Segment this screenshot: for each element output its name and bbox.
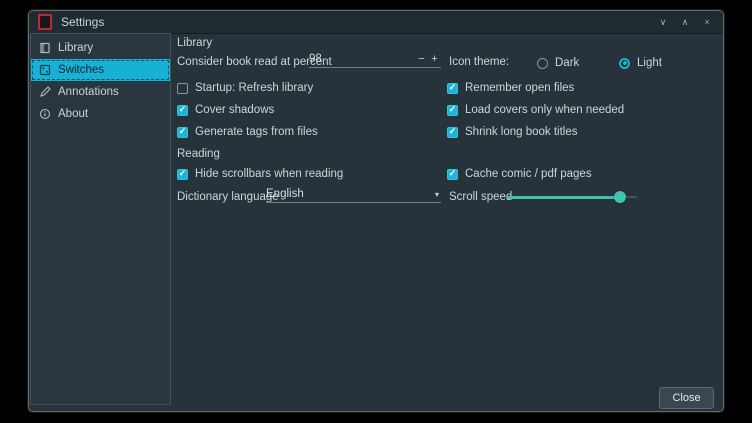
sidebar-item-label: Switches [58, 64, 104, 76]
minimize-icon[interactable]: ∨ [655, 14, 671, 30]
checkbox-label: Shrink long book titles [465, 126, 578, 138]
app-logo-icon [38, 14, 52, 30]
icon-theme-label: Icon theme: [449, 56, 509, 68]
window-controls: ∨ ∧ × [655, 14, 715, 30]
radio-icon-theme-light[interactable]: Light [619, 56, 662, 70]
sidebar-item-library[interactable]: Library [31, 37, 170, 59]
settings-sidebar: Library Switches Annotations About [30, 33, 171, 405]
checkbox-box: ✓ [447, 105, 458, 116]
checkbox-box: ✓ [177, 105, 188, 116]
sidebar-item-switches[interactable]: Switches [31, 59, 170, 81]
slider-fill [507, 196, 620, 199]
checkbox-label: Load covers only when needed [465, 104, 624, 116]
checkbox-label: Cache comic / pdf pages [465, 168, 592, 180]
maximize-icon[interactable]: ∧ [677, 14, 693, 30]
close-icon[interactable]: × [699, 14, 715, 30]
radio-label: Dark [555, 57, 579, 69]
titlebar: Settings ∨ ∧ × [29, 11, 723, 34]
library-section-title: Library [177, 37, 212, 49]
checkbox-label: Startup: Refresh library [195, 82, 313, 94]
check-icon: ✓ [179, 105, 187, 114]
dictionary-language-value: English [266, 188, 435, 202]
checkbox-box: ✓ [447, 127, 458, 138]
pencil-icon [39, 86, 51, 98]
chevron-down-icon: ▾ [435, 190, 441, 202]
settings-window: Settings ∨ ∧ × Library Switches [28, 10, 724, 412]
percent-spinbox[interactable]: 98 − + [309, 53, 441, 68]
sidebar-item-label: About [58, 108, 88, 120]
scroll-speed-slider[interactable] [507, 191, 637, 203]
checkbox-label: Remember open files [465, 82, 574, 94]
radio-label: Light [637, 57, 662, 69]
check-icon: ✓ [449, 83, 457, 92]
checkbox-label: Generate tags from files [195, 126, 318, 138]
checkbox-box: ✓ [177, 83, 188, 94]
decrement-button[interactable]: − [415, 53, 428, 67]
checkbox-box: ✓ [447, 169, 458, 180]
info-icon [39, 108, 51, 120]
checkbox-box: ✓ [447, 83, 458, 94]
check-icon: ✓ [449, 127, 457, 136]
sidebar-item-about[interactable]: About [31, 103, 170, 125]
radio-circle [619, 58, 630, 69]
close-button[interactable]: Close [659, 387, 714, 409]
checkbox-label: Cover shadows [195, 104, 274, 116]
increment-button[interactable]: + [428, 53, 441, 67]
checkbox-load-covers-when-needed[interactable]: ✓ Load covers only when needed [447, 103, 624, 117]
slider-handle[interactable] [614, 191, 626, 203]
checkbox-remember-open-files[interactable]: ✓ Remember open files [447, 81, 574, 95]
switches-icon [39, 64, 51, 76]
reading-section-title: Reading [177, 148, 220, 160]
sidebar-item-annotations[interactable]: Annotations [31, 81, 170, 103]
radio-icon-theme-dark[interactable]: Dark [537, 56, 579, 70]
check-icon: ✓ [179, 127, 187, 136]
dictionary-language-dropdown[interactable]: English ▾ [266, 188, 441, 203]
checkbox-cache-comic-pdf[interactable]: ✓ Cache comic / pdf pages [447, 167, 592, 181]
scroll-speed-label: Scroll speed [449, 191, 512, 203]
sidebar-item-label: Annotations [58, 86, 119, 98]
checkbox-shrink-long-titles[interactable]: ✓ Shrink long book titles [447, 125, 578, 139]
check-icon: ✓ [179, 169, 187, 178]
checkbox-cover-shadows[interactable]: ✓ Cover shadows [177, 103, 274, 117]
checkbox-box: ✓ [177, 127, 188, 138]
check-icon: ✓ [449, 105, 457, 114]
sidebar-item-label: Library [58, 42, 93, 54]
window-title: Settings [61, 15, 104, 29]
dictionary-language-label: Dictionary language [177, 191, 279, 203]
radio-circle [537, 58, 548, 69]
checkbox-hide-scrollbars[interactable]: ✓ Hide scrollbars when reading [177, 167, 343, 181]
percent-spinbox-value[interactable]: 98 [309, 53, 415, 67]
checkbox-generate-tags[interactable]: ✓ Generate tags from files [177, 125, 318, 139]
book-icon [39, 42, 51, 54]
checkbox-box: ✓ [177, 169, 188, 180]
checkbox-startup-refresh-library[interactable]: ✓ Startup: Refresh library [177, 81, 313, 95]
checkbox-label: Hide scrollbars when reading [195, 168, 343, 180]
check-icon: ✓ [449, 169, 457, 178]
